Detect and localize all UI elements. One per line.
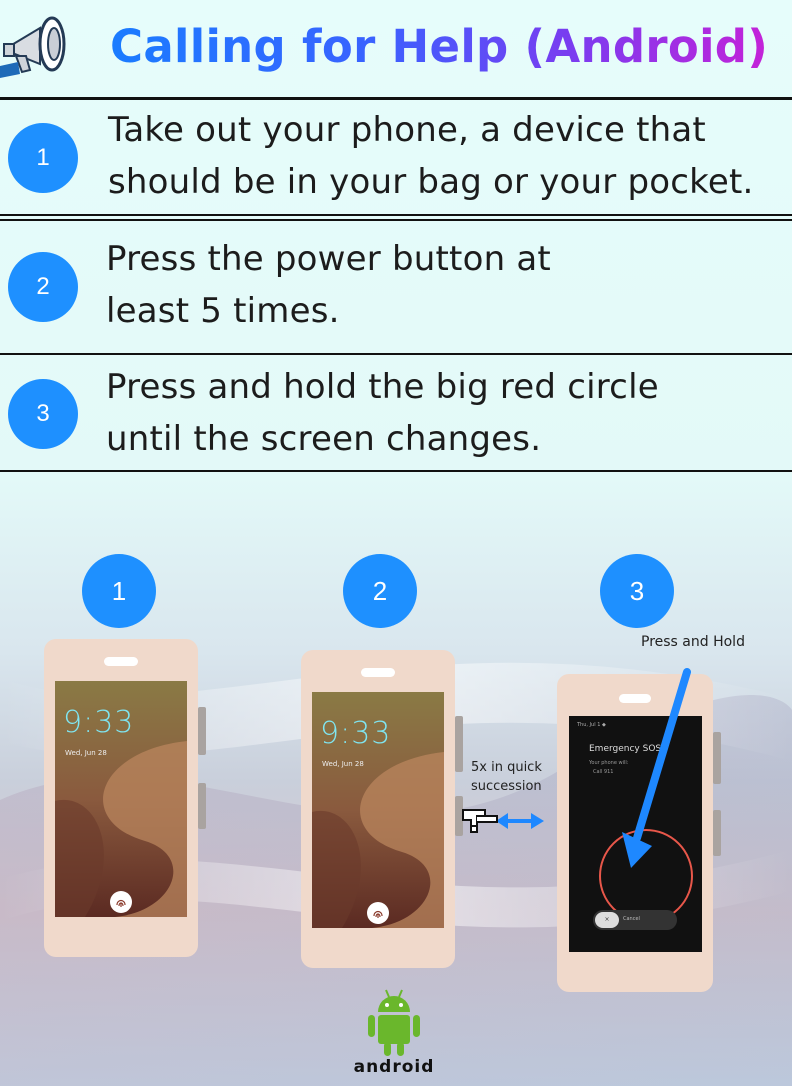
- illustration-badge-2: 2: [343, 554, 417, 628]
- phone-1: 9:33 Wed, Jun 28: [44, 639, 206, 957]
- lock-date: Wed, Jun 28: [65, 749, 107, 757]
- lock-time: 9:33: [320, 716, 392, 751]
- close-icon: ×: [595, 912, 619, 928]
- android-logo-text: android: [353, 1057, 435, 1077]
- step-1: 1 Take out your phone, a device that sho…: [0, 100, 792, 214]
- phone-speaker: [104, 657, 138, 666]
- annotation-line: 5x in quick: [471, 760, 542, 775]
- step-text-line: should be in your bag or your pocket.: [108, 162, 754, 202]
- annotation-press-hold: Press and Hold: [641, 634, 745, 650]
- divider: [0, 470, 792, 472]
- power-button: [455, 716, 463, 772]
- step-text-line: until the screen changes.: [106, 419, 542, 459]
- step-text-line: Press and hold the big red circle: [106, 367, 659, 407]
- lock-screen: 9:33 Wed, Jun 28: [55, 681, 187, 917]
- step-number-badge: 1: [8, 123, 78, 193]
- lock-time: 9:33: [63, 705, 135, 740]
- fingerprint-icon: [110, 891, 132, 913]
- cancel-label: Cancel: [623, 916, 640, 922]
- phone-2: 9:33 Wed, Jun 28: [301, 650, 463, 968]
- sos-red-circle[interactable]: [599, 829, 693, 923]
- power-button: [198, 707, 206, 755]
- lock-date: Wed, Jun 28: [322, 760, 364, 768]
- annotation-5x: 5x in quick succession: [471, 758, 542, 796]
- volume-button: [198, 783, 206, 829]
- page-title: Calling for Help (Android): [110, 16, 768, 78]
- divider: [0, 214, 792, 216]
- step-3: 3 Press and hold the big red circle unti…: [0, 355, 792, 470]
- phone-3: Thu, Jul 1 ◆ Emergency SOS Your phone wi…: [557, 674, 721, 992]
- volume-button: [713, 810, 721, 856]
- fingerprint-icon: [367, 902, 389, 924]
- emergency-sos-screen: Thu, Jul 1 ◆ Emergency SOS Your phone wi…: [569, 716, 702, 952]
- lock-screen: 9:33 Wed, Jun 28: [312, 692, 444, 928]
- phone-speaker: [361, 668, 395, 677]
- phone-speaker: [619, 694, 651, 703]
- sos-subtitle: Your phone will:: [589, 760, 629, 766]
- annotation-line: succession: [471, 779, 542, 794]
- sos-title: Emergency SOS: [589, 744, 662, 754]
- cancel-slider[interactable]: × Cancel: [593, 910, 677, 930]
- step-number-badge: 3: [8, 379, 78, 449]
- megaphone-icon: [0, 16, 66, 78]
- step-text-line: Take out your phone, a device that: [108, 110, 706, 150]
- step-text-line: least 5 times.: [106, 291, 340, 331]
- illustration-badge-1: 1: [82, 554, 156, 628]
- sos-action: Call 911: [593, 769, 614, 775]
- header: Calling for Help (Android): [0, 0, 792, 97]
- step-number-badge: 2: [8, 252, 78, 322]
- power-button: [713, 732, 721, 784]
- status-bar: Thu, Jul 1 ◆: [577, 722, 606, 728]
- step-2: 2 Press the power button at least 5 time…: [0, 221, 792, 353]
- illustration-badge-3: 3: [600, 554, 674, 628]
- volume-button: [455, 796, 463, 836]
- step-text-line: Press the power button at: [106, 239, 551, 279]
